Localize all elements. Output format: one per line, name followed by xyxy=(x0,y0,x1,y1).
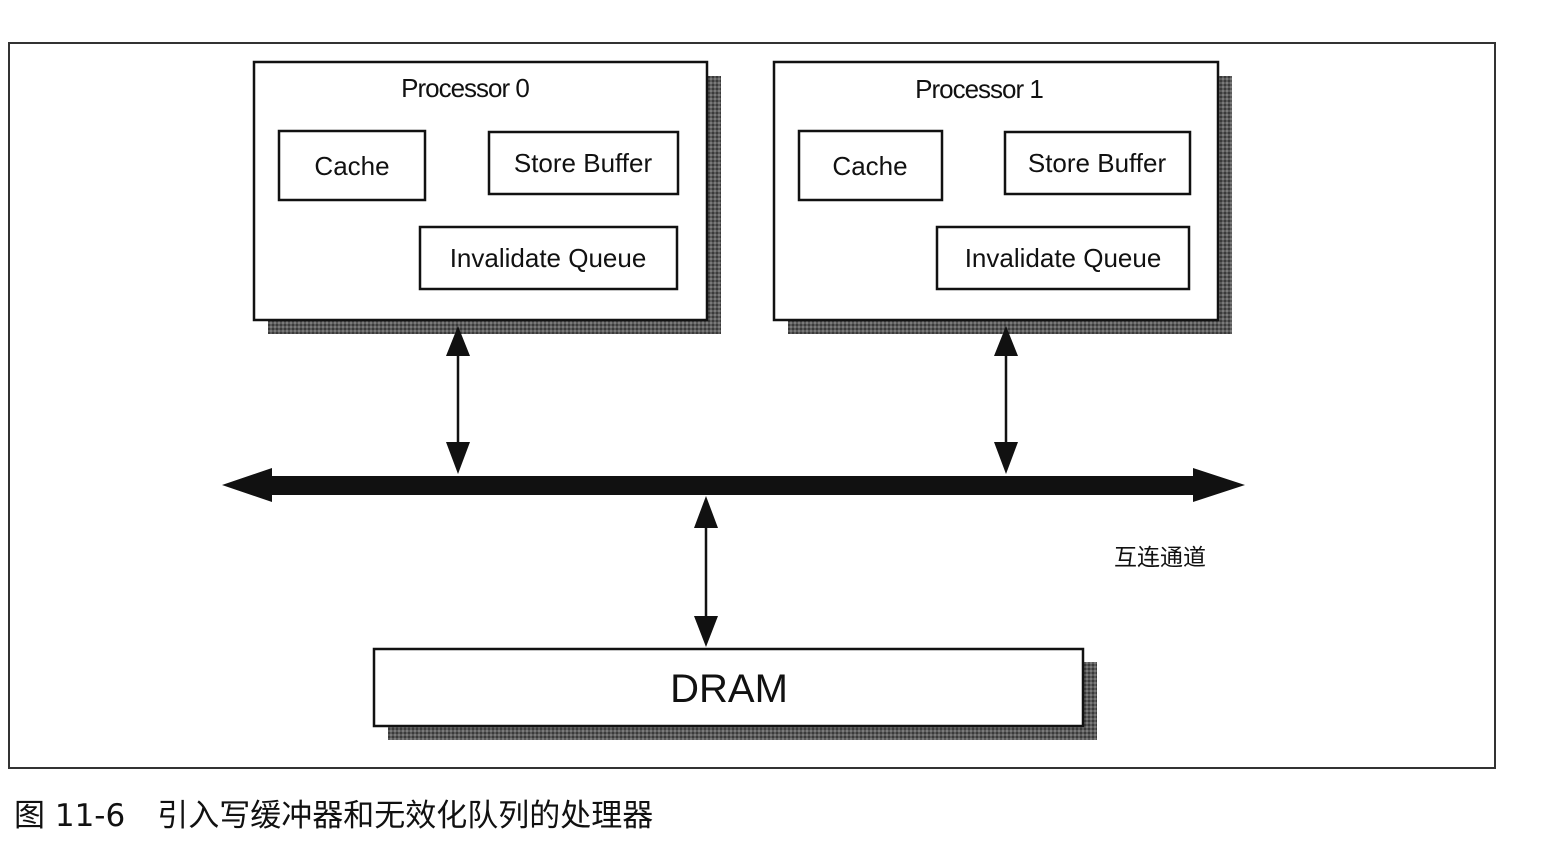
arrow-down-icon xyxy=(446,442,470,474)
arrow-down-icon xyxy=(694,616,718,647)
processor-0-invalidate-queue-label: Invalidate Queue xyxy=(450,243,647,273)
bus-bar xyxy=(268,476,1196,495)
bus-arrow-right-icon xyxy=(1193,468,1245,502)
bus-arrow-left-icon xyxy=(222,468,272,502)
figure-number: 图 11-6 xyxy=(14,798,126,834)
processor-0-store-buffer-label: Store Buffer xyxy=(514,148,653,178)
processor-0-cache-label: Cache xyxy=(314,151,389,181)
processor-1-title: Processor 1 xyxy=(915,74,1043,104)
processor-0: Processor 0 Cache Store Buffer Invalidat… xyxy=(252,60,721,334)
dram-bus-arrow xyxy=(694,496,718,647)
dram-label: DRAM xyxy=(670,667,788,711)
page: Processor 0 Cache Store Buffer Invalidat… xyxy=(0,0,1550,850)
processor-0-bus-arrow xyxy=(446,326,470,474)
processor-1-bus-arrow xyxy=(994,326,1018,474)
arrow-up-icon xyxy=(694,496,718,528)
processor-1-invalidate-queue-label: Invalidate Queue xyxy=(965,243,1162,273)
figure-caption-text: 引入写缓冲器和无效化队列的处理器 xyxy=(157,798,654,834)
processor-1: Processor 1 Cache Store Buffer Invalidat… xyxy=(772,60,1232,334)
figure-caption: 图 11-6 引入写缓冲器和无效化队列的处理器 xyxy=(14,790,653,835)
dram: DRAM xyxy=(372,647,1097,740)
processor-1-cache-label: Cache xyxy=(832,151,907,181)
processor-diagram: Processor 0 Cache Store Buffer Invalidat… xyxy=(222,60,1245,740)
bus-label: 互连通道 xyxy=(1114,545,1206,571)
interconnect-bus xyxy=(222,468,1245,502)
processor-1-store-buffer-label: Store Buffer xyxy=(1028,148,1167,178)
arrow-down-icon xyxy=(994,442,1018,474)
processor-0-title: Processor 0 xyxy=(401,73,529,103)
